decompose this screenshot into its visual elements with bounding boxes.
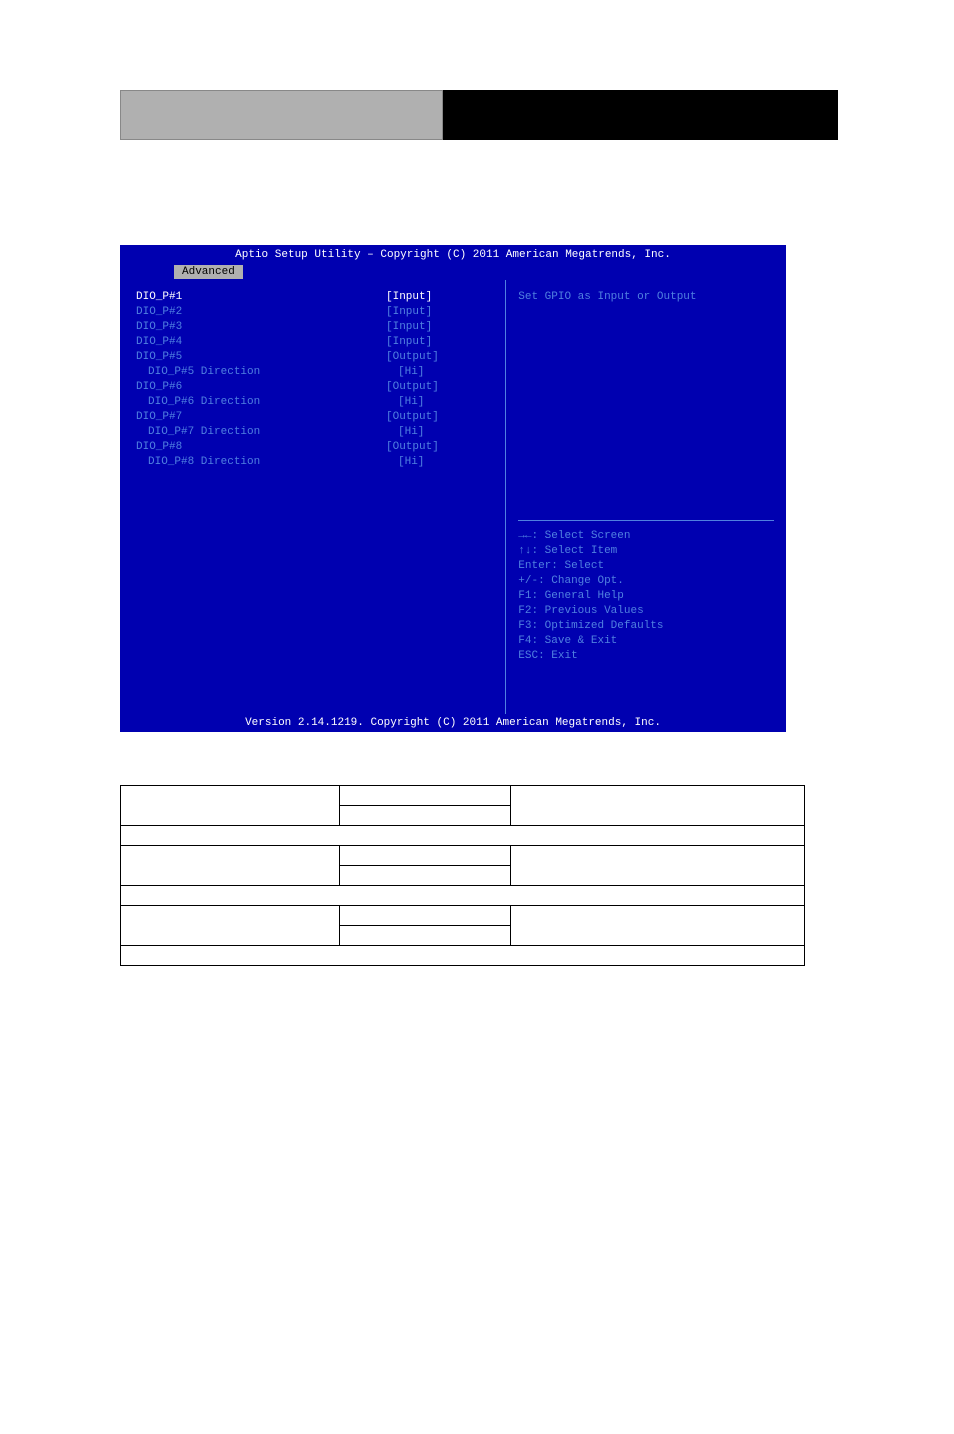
bios-row-dio-p8[interactable]: DIO_P#8[Output] [136,440,489,455]
bios-row-dio-p5[interactable]: DIO_P#5[Output] [136,350,489,365]
bios-body: DIO_P#1[Input] DIO_P#2[Input] DIO_P#3[In… [120,279,786,714]
table-row [121,946,805,966]
help-key-2: Enter: Select [518,559,774,574]
help-key-7: F4: Save & Exit [518,634,774,649]
help-key-6: F3: Optimized Defaults [518,619,774,634]
bios-row-dio-p8-dir[interactable]: DIO_P#8 Direction[Hi] [136,455,489,470]
bios-row-dio-p6-dir[interactable]: DIO_P#6 Direction[Hi] [136,395,489,410]
bios-row-dio-p2[interactable]: DIO_P#2[Input] [136,305,489,320]
header-bar [120,90,838,140]
bios-row-dio-p4[interactable]: DIO_P#4[Input] [136,335,489,350]
bios-row-dio-p5-dir[interactable]: DIO_P#5 Direction[Hi] [136,365,489,380]
bios-right-panel: Set GPIO as Input or Output →←: Select S… [506,280,786,714]
header-left [120,90,443,140]
help-key-0: →←: Select Screen [518,529,774,544]
bios-tab-advanced[interactable]: Advanced [174,265,243,279]
help-description: Set GPIO as Input or Output [518,290,774,305]
bios-title: Aptio Setup Utility – Copyright (C) 2011… [120,245,786,265]
bios-row-dio-p1[interactable]: DIO_P#1[Input] [136,290,489,305]
bios-screen: Aptio Setup Utility – Copyright (C) 2011… [120,245,786,730]
options-table [120,785,805,966]
help-key-4: F1: General Help [518,589,774,604]
table-row [121,846,805,866]
bios-row-dio-p7-dir[interactable]: DIO_P#7 Direction[Hi] [136,425,489,440]
help-key-5: F2: Previous Values [518,604,774,619]
bios-left-panel: DIO_P#1[Input] DIO_P#2[Input] DIO_P#3[In… [120,280,506,714]
bios-row-dio-p3[interactable]: DIO_P#3[Input] [136,320,489,335]
bios-row-dio-p6[interactable]: DIO_P#6[Output] [136,380,489,395]
table-row [121,826,805,846]
header-right [443,90,838,140]
help-key-1: ↑↓: Select Item [518,544,774,559]
table-row [121,906,805,926]
help-divider [518,520,774,521]
table-row [121,886,805,906]
table-row [121,786,805,806]
bios-row-dio-p7[interactable]: DIO_P#7[Output] [136,410,489,425]
help-key-8: ESC: Exit [518,649,774,664]
help-key-3: +/-: Change Opt. [518,574,774,589]
bios-footer: Version 2.14.1219. Copyright (C) 2011 Am… [120,714,786,732]
